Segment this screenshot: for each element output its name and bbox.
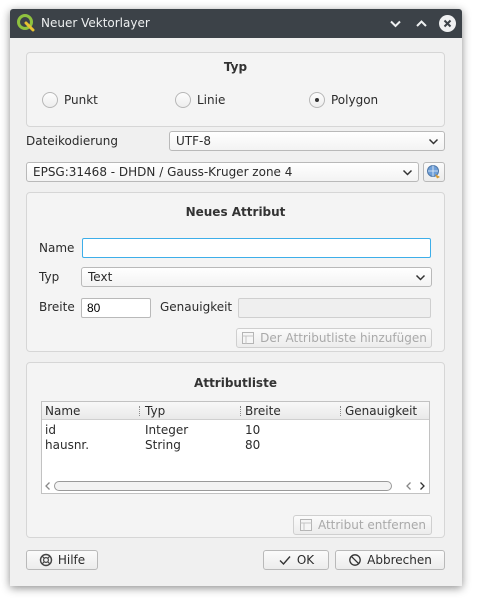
scroll-left-icon[interactable] xyxy=(43,481,53,491)
radio-line-indicator[interactable] xyxy=(175,92,191,108)
crs-select[interactable]: EPSG:31468 - DHDN / Gauss-Kruger zone 4 xyxy=(26,162,419,182)
new-attribute-group: Neues Attribut Name Typ Text Breite Gena… xyxy=(26,192,445,352)
ok-label: OK xyxy=(296,553,315,567)
attribute-width-input[interactable] xyxy=(81,298,151,318)
title-bar[interactable]: Neuer Vektorlayer xyxy=(10,9,462,38)
column-header-type[interactable]: Typ xyxy=(145,404,165,418)
column-header-name[interactable]: Name xyxy=(45,404,80,418)
cell-type: Integer xyxy=(145,423,189,437)
attribute-type-value: Text xyxy=(88,270,113,284)
chevron-down-icon xyxy=(415,274,426,281)
crs-value: EPSG:31468 - DHDN / Gauss-Kruger zone 4 xyxy=(33,165,293,179)
cancel-label: Abbrechen xyxy=(367,553,432,567)
column-separator[interactable] xyxy=(240,406,241,416)
encoding-value: UTF-8 xyxy=(176,134,211,148)
new-vector-layer-dialog: Neuer Vektorlayer Typ Punkt Linie Polygo… xyxy=(10,9,462,586)
cell-width: 80 xyxy=(245,438,261,452)
cell-name: hausnr. xyxy=(45,438,90,452)
radio-line-label: Linie xyxy=(197,93,226,107)
add-to-attribute-list-button[interactable]: Der Attributliste hinzufügen xyxy=(236,328,432,348)
encoding-select[interactable]: UTF-8 xyxy=(169,131,445,151)
chevron-down-icon xyxy=(402,169,413,176)
column-header-width[interactable]: Breite xyxy=(245,404,281,418)
radio-polygon-label: Polygon xyxy=(331,93,379,107)
attribute-table-header: Name Typ Breite Genauigkeit xyxy=(42,402,429,420)
attribute-list-group: Attributliste Name Typ Breite Genauigkei… xyxy=(26,362,445,538)
help-icon xyxy=(39,553,53,567)
table-remove-icon xyxy=(299,519,312,531)
remove-attribute-button[interactable]: Attribut entfernen xyxy=(293,515,432,535)
add-to-attribute-list-label: Der Attributliste hinzufügen xyxy=(260,331,427,345)
window-title: Neuer Vektorlayer xyxy=(41,16,150,30)
column-separator[interactable] xyxy=(340,406,341,416)
column-header-precision[interactable]: Genauigkeit xyxy=(345,404,417,418)
attribute-precision-input[interactable] xyxy=(238,298,431,318)
scroll-left-icon[interactable] xyxy=(404,481,414,491)
crs-selector-button[interactable] xyxy=(423,162,445,182)
minimize-icon[interactable] xyxy=(387,15,404,32)
horizontal-scrollbar[interactable] xyxy=(42,478,429,494)
cancel-icon xyxy=(349,554,362,566)
help-label: Hilfe xyxy=(57,553,86,567)
radio-polygon-indicator[interactable] xyxy=(309,92,325,108)
new-attribute-title: Neues Attribut xyxy=(185,205,286,219)
cell-width: 10 xyxy=(245,423,261,437)
attribute-name-input[interactable] xyxy=(82,238,431,258)
scroll-right-icon[interactable] xyxy=(417,481,427,491)
column-separator[interactable] xyxy=(139,406,140,416)
attribute-precision-label: Genauigkeit xyxy=(160,300,233,314)
encoding-label: Dateikodierung xyxy=(26,134,118,148)
radio-polygon[interactable]: Polygon xyxy=(309,92,378,108)
help-button[interactable]: Hilfe xyxy=(26,550,98,570)
close-icon xyxy=(443,19,452,28)
table-add-icon xyxy=(242,332,255,344)
radio-point[interactable]: Punkt xyxy=(42,92,98,108)
checkmark-icon xyxy=(279,556,291,566)
close-button[interactable] xyxy=(439,15,456,32)
radio-point-indicator[interactable] xyxy=(42,92,58,108)
globe-icon xyxy=(427,165,440,179)
attribute-type-label: Typ xyxy=(39,270,60,284)
maximize-icon[interactable] xyxy=(413,15,430,32)
remove-attribute-label: Attribut entfernen xyxy=(317,518,427,532)
radio-line[interactable]: Linie xyxy=(175,92,225,108)
attribute-type-select[interactable]: Text xyxy=(81,267,432,287)
cell-type: String xyxy=(145,438,181,452)
geometry-type-group: Typ Punkt Linie Polygon xyxy=(26,52,445,127)
attribute-list-title: Attributliste xyxy=(194,376,277,390)
cancel-button[interactable]: Abbrechen xyxy=(335,550,445,570)
cell-name: id xyxy=(45,423,56,437)
attribute-name-label: Name xyxy=(39,241,75,255)
radio-point-label: Punkt xyxy=(64,93,98,107)
geometry-type-title: Typ xyxy=(223,60,248,74)
chevron-down-icon xyxy=(428,138,439,145)
attribute-width-label: Breite xyxy=(39,300,75,314)
scrollbar-handle[interactable] xyxy=(54,481,392,491)
attribute-table[interactable]: Name Typ Breite Genauigkeit id Integer 1… xyxy=(41,401,430,494)
ok-button[interactable]: OK xyxy=(263,550,329,570)
qgis-logo-icon xyxy=(17,14,35,32)
